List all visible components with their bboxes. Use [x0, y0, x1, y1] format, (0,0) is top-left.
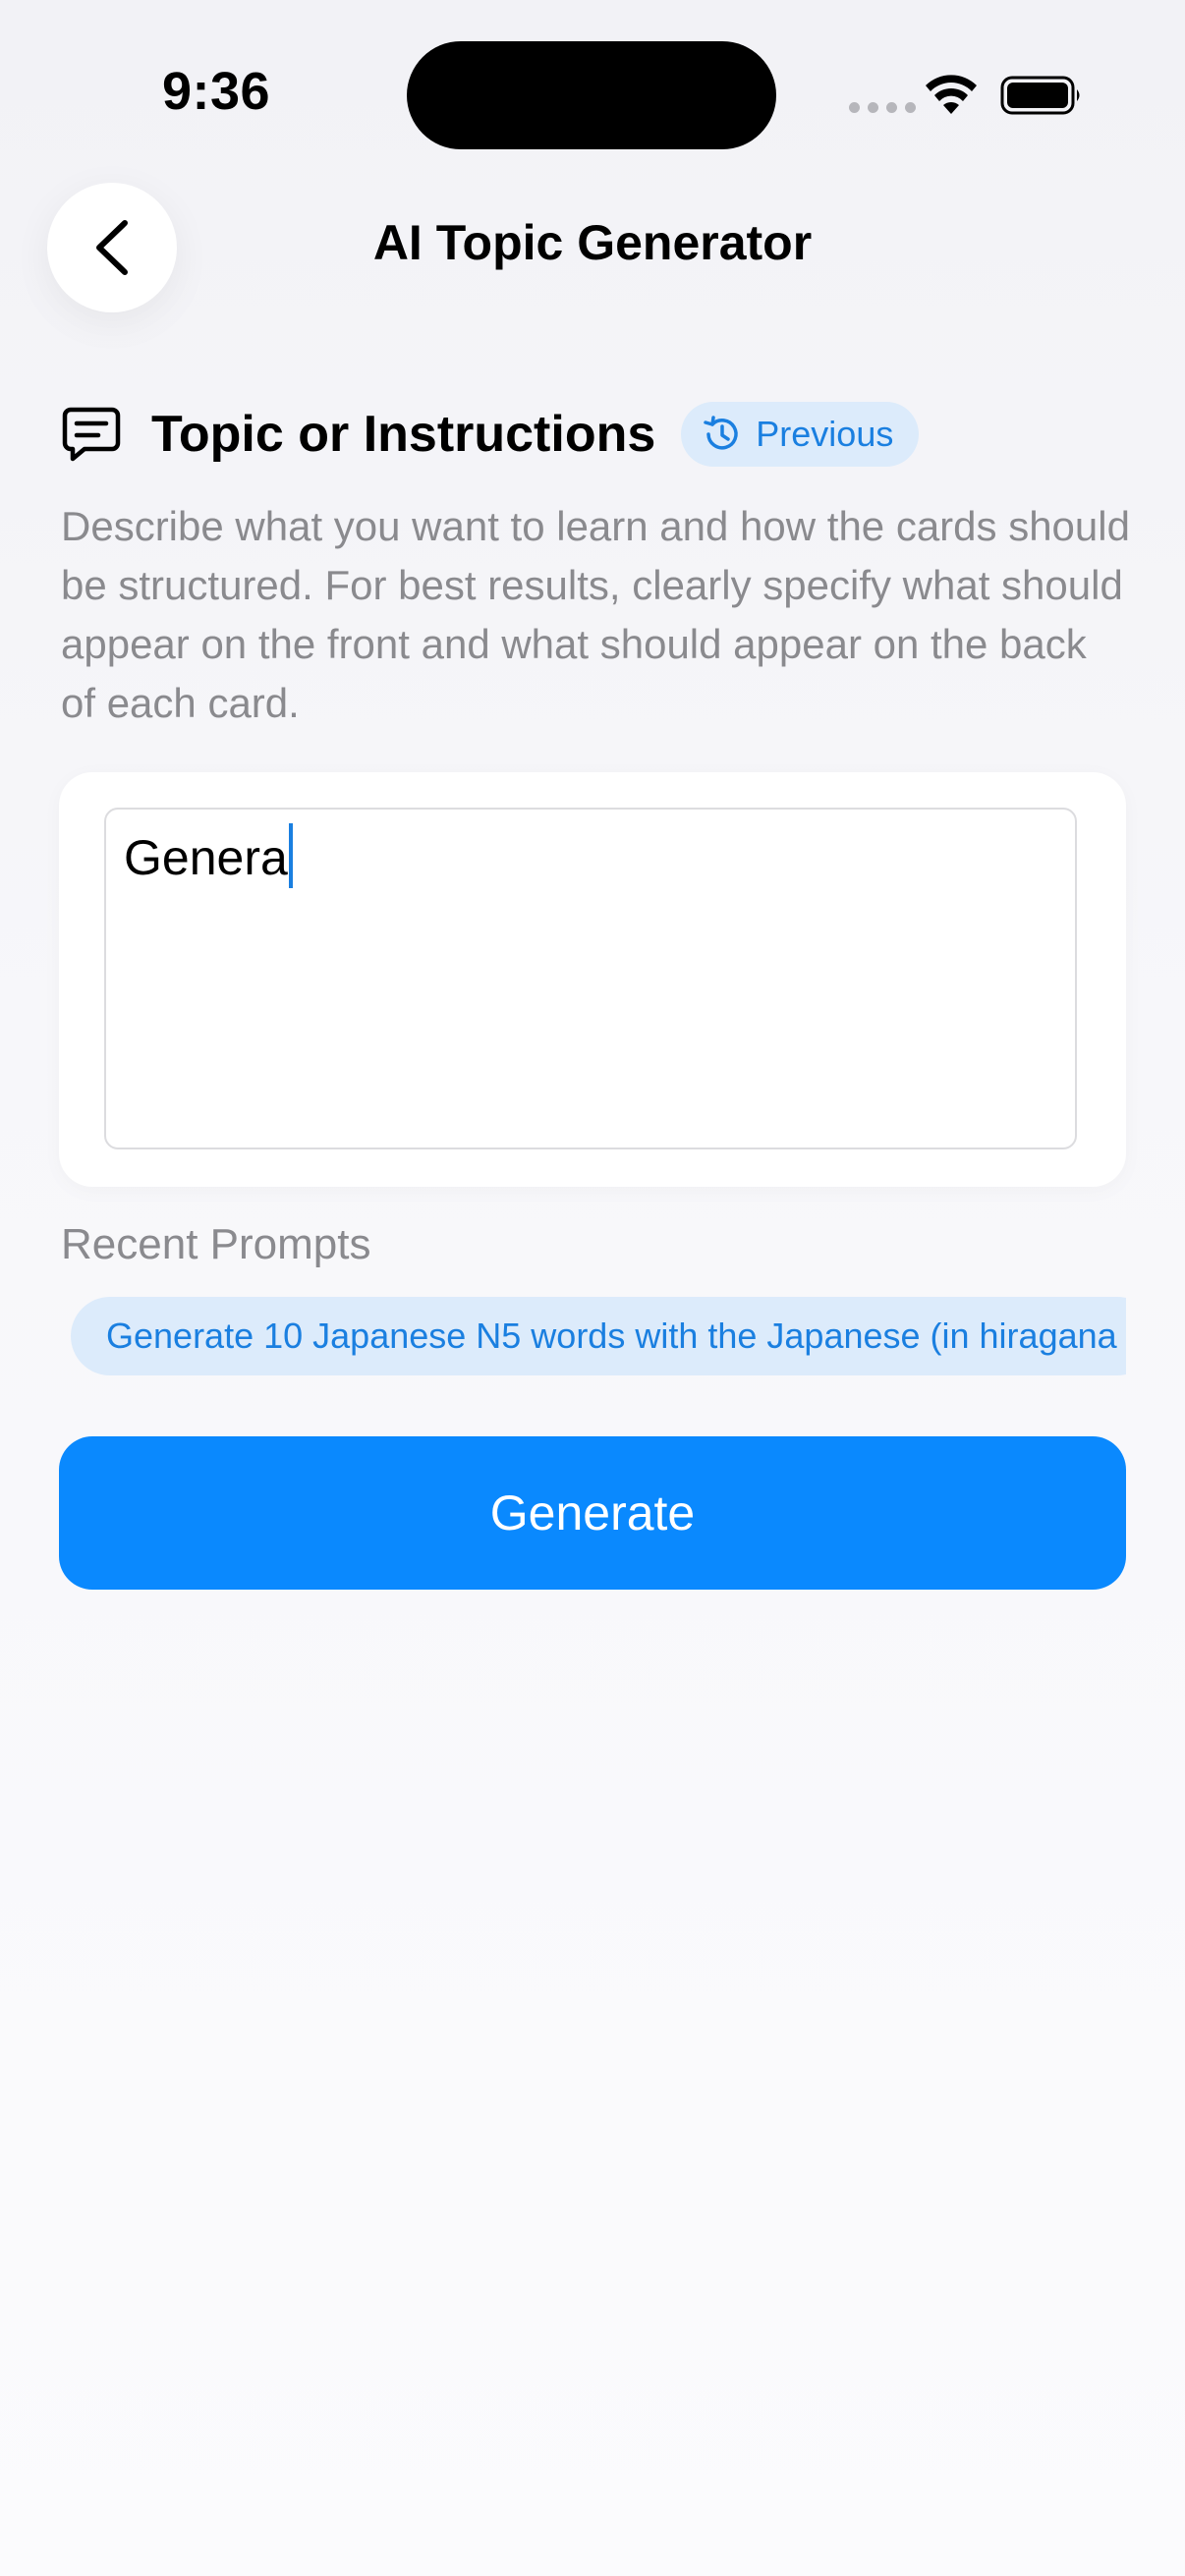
chat-bubble-icon [62, 407, 121, 462]
recent-prompts-label: Recent Prompts [61, 1220, 371, 1268]
battery-icon [1000, 76, 1080, 115]
dynamic-island [407, 41, 776, 149]
previous-button[interactable]: Previous [681, 402, 920, 467]
recent-prompt-chip[interactable]: Generate 10 Japanese N5 words with the J… [71, 1297, 1126, 1375]
topic-input-value: Genera [124, 830, 288, 885]
section-title: Topic or Instructions [151, 406, 656, 463]
input-card: Genera [59, 772, 1126, 1187]
page-title: AI Topic Generator [372, 215, 813, 270]
recent-prompts-row[interactable]: Generate 10 Japanese N5 words with the J… [71, 1297, 1126, 1375]
status-time: 9:36 [162, 62, 271, 121]
generate-button[interactable]: Generate [59, 1436, 1126, 1590]
text-cursor [288, 823, 293, 888]
cellular-signal-icon [849, 102, 916, 113]
wifi-icon [926, 75, 977, 114]
section-description: Describe what you want to learn and how … [61, 503, 1130, 726]
topic-input[interactable]: Genera [104, 808, 1077, 1149]
previous-label: Previous [756, 414, 894, 454]
status-bar: 9:36 [0, 0, 1185, 187]
section-header: Topic or Instructions Previous [61, 397, 920, 472]
history-icon [704, 416, 739, 450]
